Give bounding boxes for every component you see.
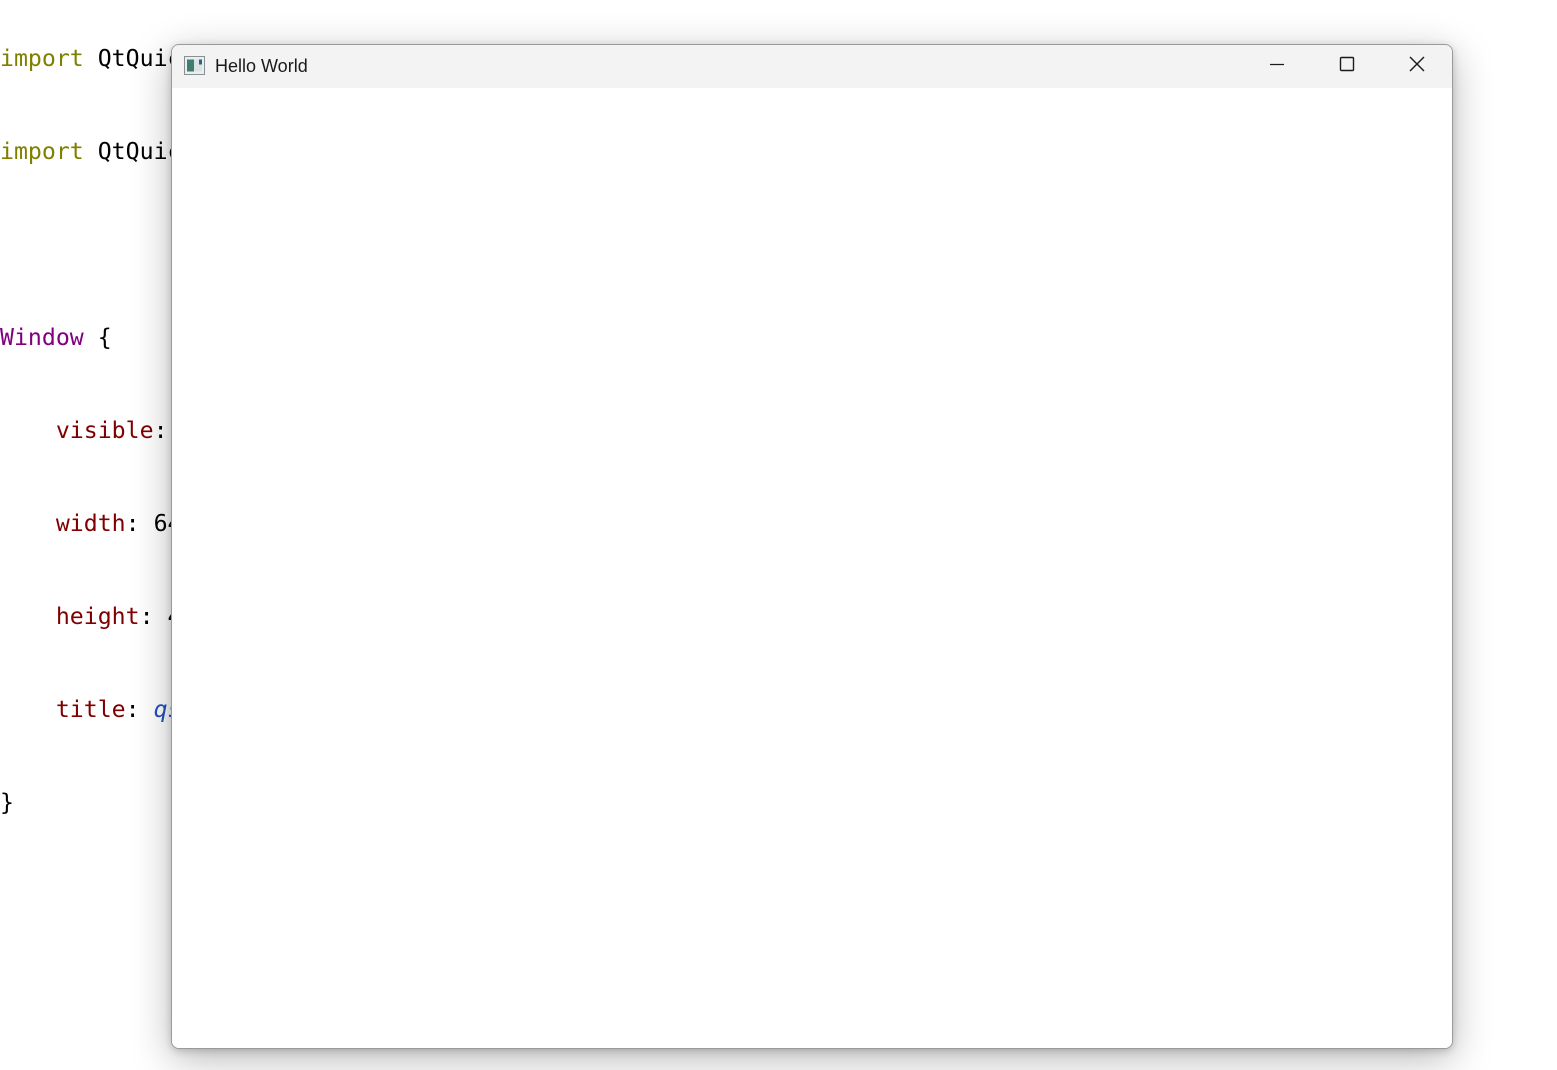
maximize-icon-graphic [1339, 56, 1355, 72]
minimize-icon [1269, 56, 1285, 77]
screen: import QtQuick 2.12 import QtQuick.Windo… [0, 0, 1557, 1070]
window-titlebar[interactable]: Hello World [172, 45, 1452, 88]
code-property: title [55, 696, 126, 723]
maximize-button[interactable] [1312, 45, 1382, 88]
code-property: width [55, 510, 126, 537]
close-button[interactable] [1382, 45, 1452, 88]
maximize-icon [1339, 56, 1355, 77]
code-text: } [0, 789, 14, 816]
qt-app-icon [184, 56, 205, 75]
app-window[interactable]: Hello World [171, 44, 1453, 1049]
close-icon [1408, 55, 1426, 78]
code-keyword: import [0, 138, 84, 165]
code-text: : [125, 696, 154, 723]
window-title: Hello World [215, 56, 308, 76]
code-text: { [83, 324, 112, 351]
minimize-button[interactable] [1242, 45, 1312, 88]
code-keyword: import [0, 45, 84, 72]
code-type: Window [0, 324, 84, 351]
code-property: height [55, 603, 140, 630]
code-text: : [153, 417, 168, 444]
window-client-area[interactable] [172, 88, 1452, 1048]
minimize-icon-graphic [1270, 63, 1284, 66]
code-property: visible [55, 417, 154, 444]
close-icon-graphic [1409, 56, 1425, 72]
qt-app-icon-graphic [184, 56, 205, 75]
